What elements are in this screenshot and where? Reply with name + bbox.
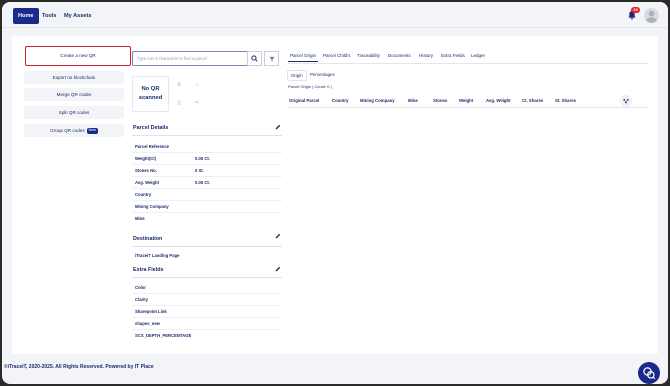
- tab-divider: [287, 63, 649, 64]
- table-divider: [287, 107, 649, 108]
- origin-count: Parcel Origin | Count: 0 |: [288, 84, 332, 89]
- tab-traceability[interactable]: Traceability: [355, 53, 382, 58]
- parcel-search-input[interactable]: Type min 3 characters to find a parcel: [132, 51, 257, 66]
- color-label: Color: [135, 285, 146, 290]
- columns-button[interactable]: [620, 95, 632, 107]
- extra-fields-title: Extra Fields: [133, 267, 164, 273]
- divider: [132, 212, 282, 213]
- clarity-label: Clarity: [135, 297, 149, 302]
- copy-icon[interactable]: ⧉: [175, 81, 183, 89]
- column-st-shares[interactable]: St. Shares: [555, 98, 576, 103]
- divider: [132, 317, 282, 318]
- shapes-new-label: shapes_new: [135, 321, 160, 326]
- footer-copyright: ©iTraceiT, 2020-2025. All Rights Reserve…: [4, 364, 135, 370]
- mining-company-label: Mining Company: [135, 204, 169, 209]
- qr-status-card: No QR scanned: [132, 76, 169, 112]
- footer-it-place-link[interactable]: IT Place: [135, 364, 154, 370]
- qr-action-icon[interactable]: ◇: [193, 81, 201, 89]
- country-label: Country: [135, 192, 152, 197]
- divider: [132, 246, 282, 247]
- nav-my-assets[interactable]: My Assets: [59, 8, 96, 24]
- divider: [132, 293, 282, 294]
- chat-icon: [643, 367, 656, 380]
- stones-label: Stones No.: [135, 168, 157, 173]
- nav-tools[interactable]: Tools: [37, 8, 62, 24]
- merge-qr-button[interactable]: Merge QR codes: [24, 88, 124, 101]
- share-icon[interactable]: ⇆: [193, 99, 201, 107]
- export-blockchain-button[interactable]: Export on blockchain: [24, 71, 124, 84]
- search-icon: [251, 55, 258, 62]
- column-stones[interactable]: Stones: [433, 98, 447, 103]
- search-button[interactable]: [247, 51, 262, 66]
- chat-button[interactable]: [638, 362, 660, 384]
- column-original-parcel[interactable]: Original Parcel: [289, 98, 319, 103]
- divider: [132, 188, 282, 189]
- tab-ledger[interactable]: Ledger: [469, 53, 487, 58]
- tab-extra-fields[interactable]: Extra Fields: [439, 53, 467, 58]
- divider: [132, 176, 282, 177]
- columns-icon: [623, 98, 629, 104]
- column-mine[interactable]: Mine: [408, 98, 418, 103]
- tab-documents[interactable]: Documents: [386, 53, 413, 58]
- edit-icon[interactable]: [275, 124, 281, 130]
- filter-button[interactable]: [264, 51, 279, 66]
- weight-label: Weight(Ct): [135, 156, 157, 161]
- print-icon[interactable]: ⎙: [175, 99, 183, 107]
- filter-icon: [269, 56, 274, 61]
- divider: [132, 135, 282, 136]
- parcel-reference-label: Parcel Reference: [135, 144, 169, 149]
- divider: [132, 164, 282, 165]
- divider: [132, 277, 282, 278]
- notification-badge: 29: [631, 7, 640, 13]
- depth-percentage-label: SCS_DEPTH_PERCENTAGE: [135, 333, 192, 338]
- new-badge: New: [86, 128, 98, 134]
- landing-page-label: iTraceiT Landing Page: [135, 253, 180, 258]
- mine-label: Mine: [135, 216, 145, 221]
- group-qr-label: Group QR codes: [50, 128, 85, 133]
- divider: [132, 152, 282, 153]
- stones-value: 0 St.: [195, 168, 204, 173]
- split-qr-button[interactable]: Split QR codes: [24, 106, 124, 119]
- edit-icon[interactable]: [275, 266, 281, 272]
- main-content: Create a new QR Export on blockchain Mer…: [12, 36, 658, 354]
- create-qr-button[interactable]: Create a new QR: [25, 46, 131, 66]
- avg-weight-label: Avg. Weight: [135, 180, 159, 185]
- footer: ©iTraceiT, 2020-2025. All Rights Reserve…: [4, 364, 154, 370]
- avatar[interactable]: [644, 8, 659, 23]
- subtab-origin[interactable]: Origin: [287, 70, 307, 81]
- edit-icon[interactable]: [275, 233, 281, 239]
- column-mining-company[interactable]: Mining Company: [360, 98, 395, 103]
- app-frame: Home Tools My Assets 29 Create a new QR …: [2, 2, 668, 384]
- tab-parcel-origin[interactable]: Parcel Origin: [288, 53, 319, 62]
- tab-parcel-childs[interactable]: Parcel Child's: [321, 53, 352, 58]
- subtab-percentages[interactable]: Percentages: [307, 70, 338, 79]
- parcel-details-title: Parcel Details: [133, 125, 169, 131]
- sharepoint-link-label: Sharepoint Link: [135, 309, 167, 314]
- avg-weight-value: 0.00 Ct.: [195, 180, 210, 185]
- weight-value: 0.00 Ct.: [195, 156, 210, 161]
- destination-title: Destination: [133, 236, 163, 242]
- column-avg-weight[interactable]: Avg. Weight: [486, 98, 511, 103]
- divider: [132, 329, 282, 330]
- column-country[interactable]: Country: [332, 98, 348, 103]
- column-weight[interactable]: Weight: [459, 98, 473, 103]
- top-nav-bar: Home Tools My Assets 29: [2, 2, 668, 28]
- divider: [132, 305, 282, 306]
- divider: [132, 200, 282, 201]
- tab-history[interactable]: History: [417, 53, 435, 58]
- nav-home[interactable]: Home: [13, 8, 39, 24]
- avatar-icon: [646, 10, 657, 23]
- group-qr-button[interactable]: Group QR codes New: [24, 124, 124, 137]
- column-ct-shares[interactable]: Ct. Shares: [522, 98, 543, 103]
